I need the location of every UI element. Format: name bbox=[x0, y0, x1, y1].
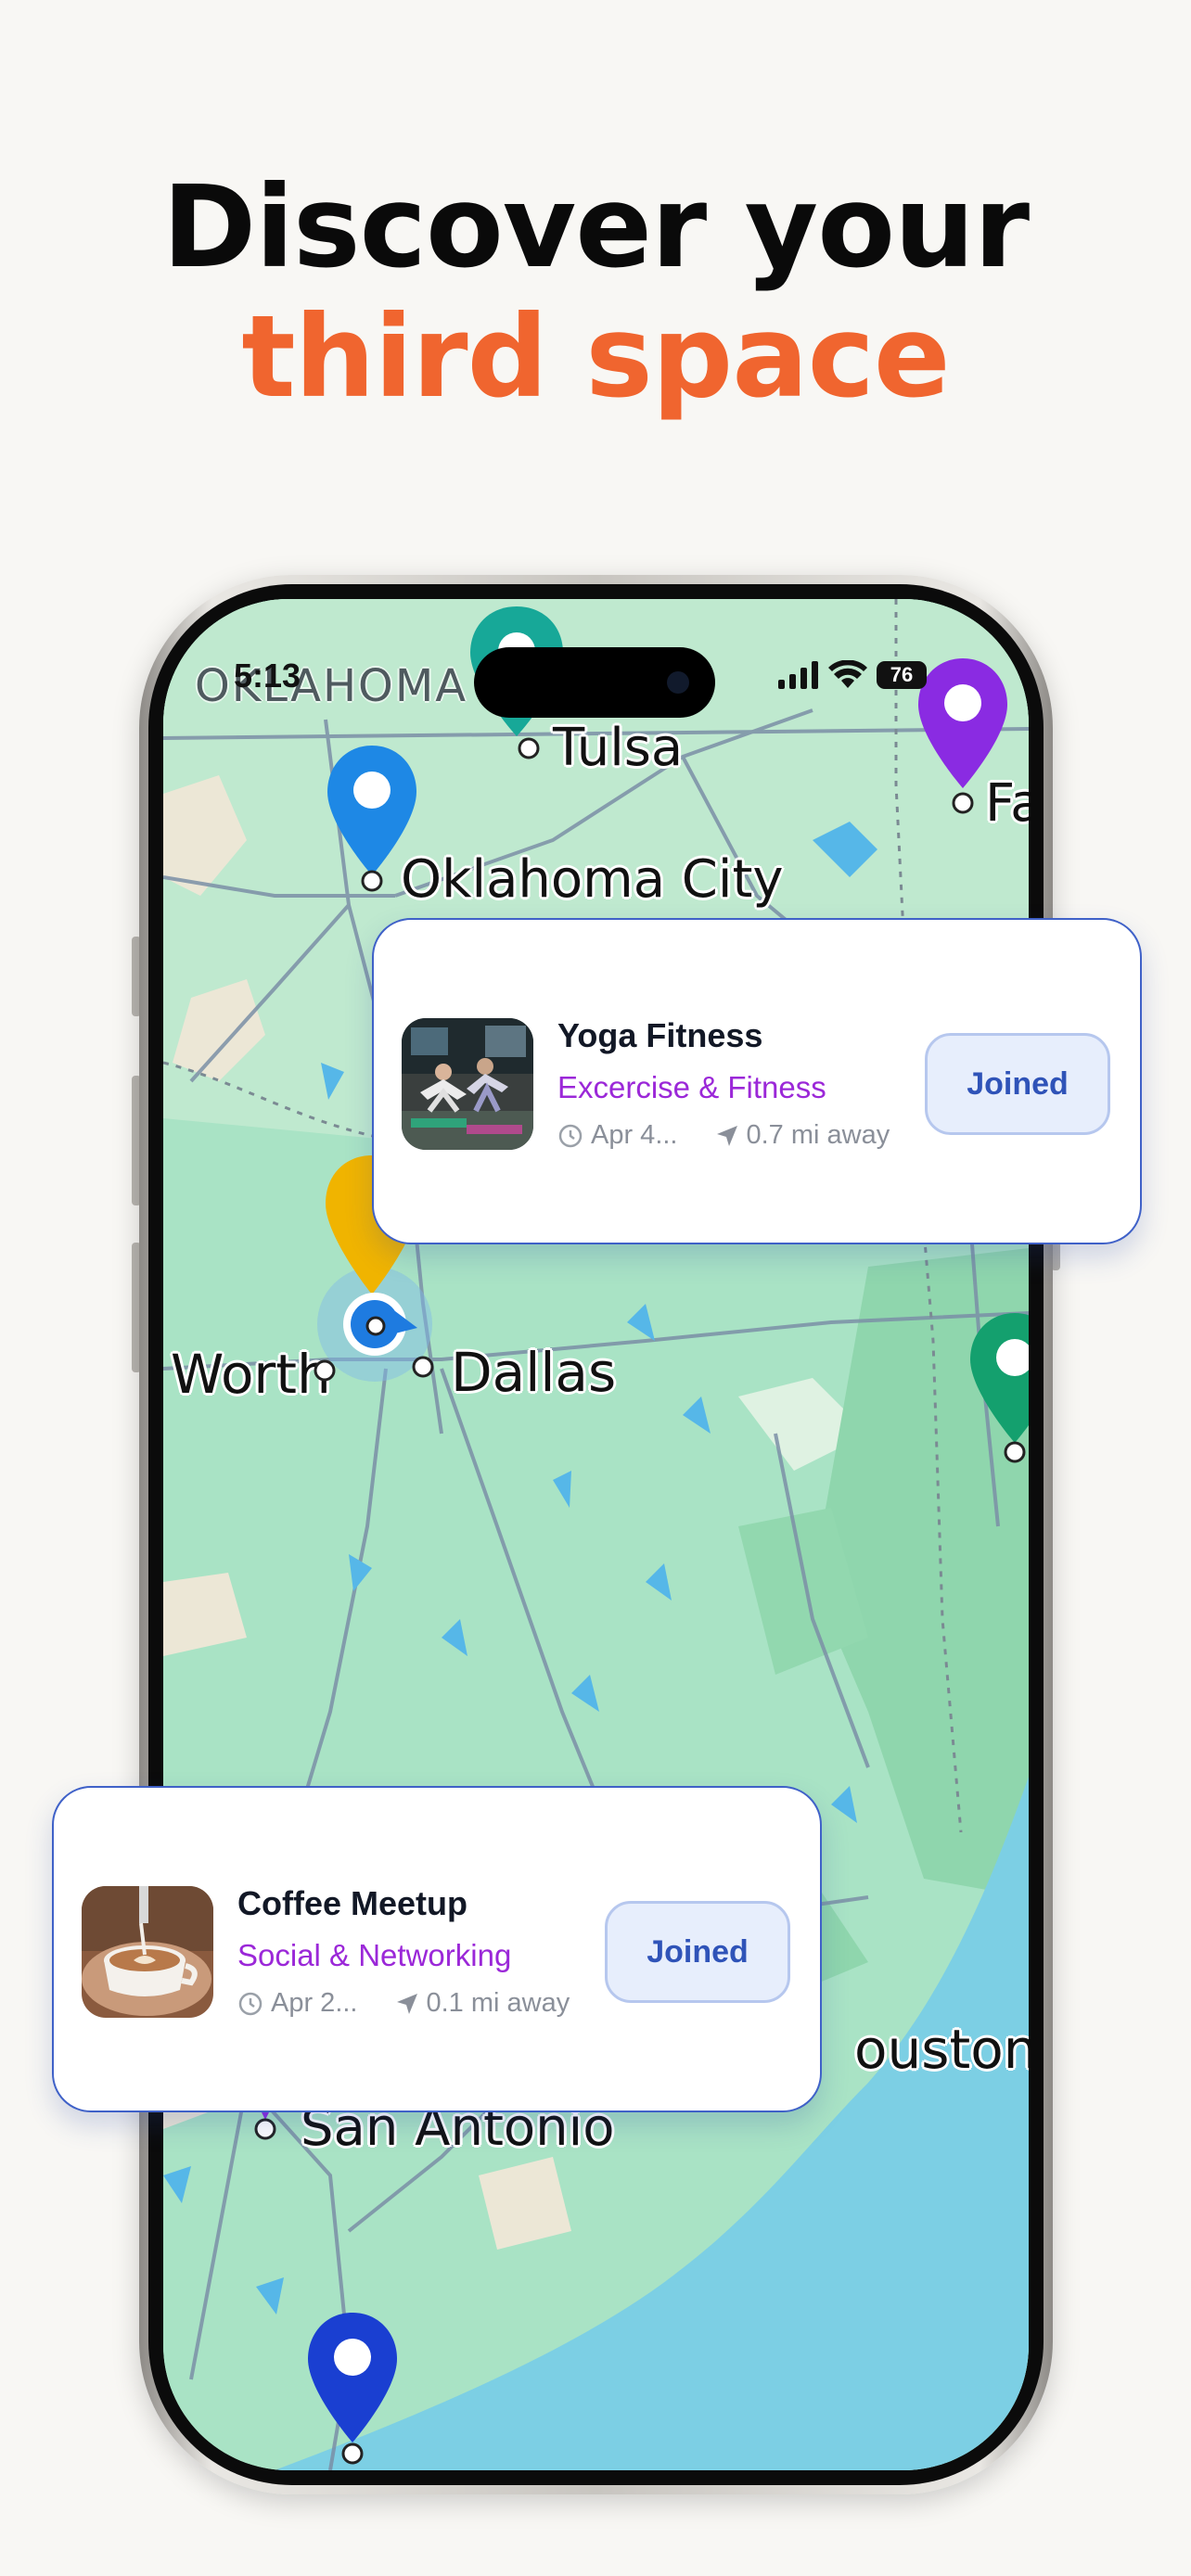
clock-icon bbox=[557, 1123, 583, 1149]
map-dot-fort-smith bbox=[952, 792, 974, 814]
event-distance: 0.1 mi away bbox=[426, 1988, 570, 2018]
city-label-fort-worth: Worth bbox=[171, 1343, 331, 1406]
event-date: Apr 4... bbox=[591, 1120, 678, 1150]
map-dot-okc bbox=[361, 870, 383, 892]
map-dot-fort-worth bbox=[314, 1359, 336, 1382]
headline: Discover your third space bbox=[0, 162, 1191, 422]
joined-button[interactable]: Joined bbox=[605, 1901, 790, 2003]
dynamic-island bbox=[474, 647, 715, 718]
map-pin-navy-icon[interactable] bbox=[306, 2313, 399, 2452]
event-card-yoga[interactable]: Yoga Fitness Excercise & Fitness Apr 4..… bbox=[372, 918, 1142, 1244]
map-dot-east bbox=[1004, 1441, 1026, 1463]
city-label-houston: ouston bbox=[854, 2018, 1029, 2081]
event-category: Excercise & Fitness bbox=[557, 1070, 826, 1104]
event-category: Social & Networking bbox=[237, 1938, 512, 1972]
event-title: Yoga Fitness bbox=[557, 1016, 763, 1054]
event-title: Coffee Meetup bbox=[237, 1884, 468, 1922]
city-label-fort-smith: Fa bbox=[985, 773, 1029, 834]
event-date: Apr 2... bbox=[271, 1988, 358, 2018]
map-pin-green-icon[interactable] bbox=[968, 1313, 1029, 1452]
event-distance: 0.7 mi away bbox=[746, 1120, 890, 1150]
phone-screen: OKLAHOMA Tulsa Fa Oklahoma City Worth Da… bbox=[163, 599, 1029, 2470]
event-thumbnail-coffee bbox=[82, 1886, 213, 2018]
map-dot-south bbox=[341, 2442, 364, 2465]
map-dot-san-antonio bbox=[254, 2118, 276, 2140]
event-card-coffee[interactable]: Coffee Meetup Social & Networking Apr 2.… bbox=[52, 1786, 822, 2112]
event-meta: Apr 2... 0.1 mi away bbox=[237, 1988, 570, 2019]
headline-line-2: third space bbox=[241, 291, 950, 423]
city-label-dallas: Dallas bbox=[451, 1341, 617, 1404]
city-label-tulsa: Tulsa bbox=[553, 718, 684, 778]
event-meta: Apr 4... 0.7 mi away bbox=[557, 1120, 890, 1151]
phone-frame: OKLAHOMA Tulsa Fa Oklahoma City Worth Da… bbox=[139, 575, 1053, 2494]
event-thumbnail-yoga bbox=[402, 1018, 533, 1150]
wifi-icon bbox=[828, 660, 867, 688]
joined-button[interactable]: Joined bbox=[925, 1033, 1110, 1135]
app-store-screenshot: Discover your third space OKLAHOMA Tulsa… bbox=[0, 0, 1191, 2576]
map-dot-tulsa bbox=[518, 737, 540, 759]
clock-icon bbox=[237, 1991, 263, 2017]
location-arrow-icon bbox=[715, 1124, 739, 1148]
signal-bars-icon bbox=[778, 661, 818, 689]
headline-line-1: Discover your bbox=[161, 161, 1030, 293]
front-camera-icon bbox=[667, 671, 689, 694]
location-arrow-icon bbox=[395, 1992, 419, 2016]
city-label-oklahoma-city: Oklahoma City bbox=[401, 849, 784, 910]
map-dot-dallas-pin bbox=[365, 1316, 386, 1336]
status-time: 5:13 bbox=[234, 657, 301, 695]
map-dot-dallas bbox=[412, 1356, 434, 1378]
battery-icon: 76 bbox=[877, 661, 927, 689]
status-icons: 76 bbox=[778, 660, 927, 690]
